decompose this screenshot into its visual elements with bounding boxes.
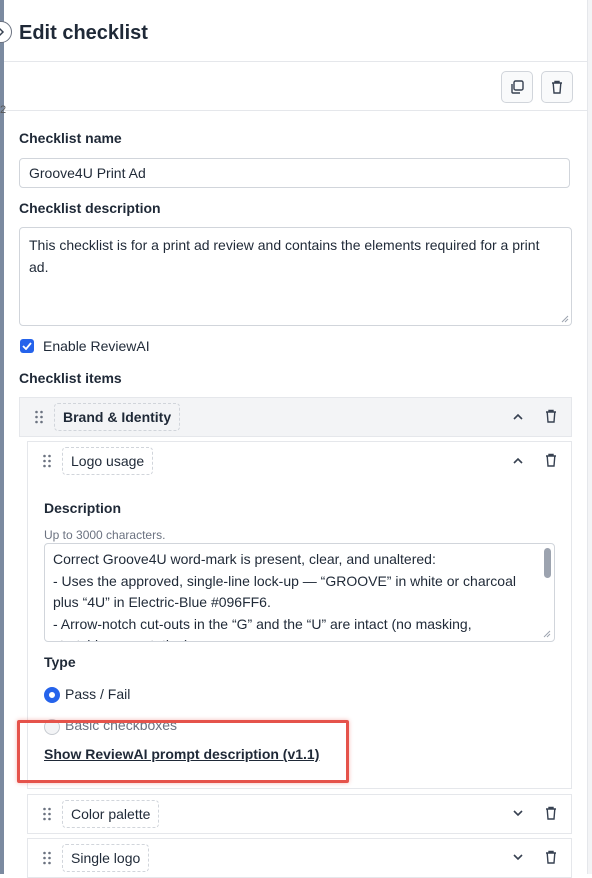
resize-handle-icon[interactable] — [543, 630, 551, 638]
item-description-hint: Up to 3000 characters. — [44, 528, 166, 542]
trash-icon — [552, 80, 562, 94]
trash-icon[interactable] — [544, 850, 558, 864]
show-prompt-description-link[interactable]: Show ReviewAI prompt description (v1.1) — [42, 746, 322, 762]
panel-right-edge — [587, 0, 592, 874]
duplicate-icon — [511, 80, 524, 94]
duplicate-button[interactable] — [501, 71, 533, 103]
type-pass-fail-label[interactable]: Pass / Fail — [65, 686, 130, 702]
enable-reviewai-label[interactable]: Enable ReviewAI — [43, 338, 150, 354]
checklist-description-input[interactable]: This checklist is for a print ad review … — [19, 227, 572, 326]
enable-reviewai-checkbox[interactable] — [20, 339, 34, 353]
item-type-label: Type — [44, 654, 76, 670]
sidebar-edge — [0, 0, 4, 874]
checklist-name-label: Checklist name — [19, 130, 122, 146]
item-name-field[interactable]: Single logo — [62, 844, 150, 872]
checklist-name-input[interactable]: Groove4U Print Ad — [19, 158, 570, 188]
delete-checklist-button[interactable] — [541, 71, 573, 103]
trash-icon[interactable] — [544, 453, 558, 467]
checklist-items-label: Checklist items — [19, 370, 122, 386]
item-description-input[interactable]: Correct Groove4U word-mark is present, c… — [44, 543, 555, 642]
collapse-panel-button[interactable] — [0, 21, 12, 43]
type-pass-fail-radio[interactable] — [44, 687, 60, 703]
chevron-up-icon[interactable] — [511, 454, 525, 468]
group-name-field[interactable]: Brand & Identity — [54, 403, 181, 431]
description-scrollbar[interactable] — [544, 548, 551, 578]
checklist-description-text: This checklist is for a print ad review … — [29, 237, 540, 275]
chevron-down-icon[interactable] — [511, 850, 525, 864]
drag-handle-icon[interactable] — [42, 851, 52, 865]
chevron-down-icon[interactable] — [511, 806, 525, 820]
item-description-label: Description — [44, 500, 122, 516]
item-name-field[interactable]: Color palette — [62, 800, 160, 828]
drag-handle-icon[interactable] — [42, 807, 52, 821]
chevron-right-icon — [0, 27, 5, 37]
divider — [4, 61, 588, 62]
trash-icon[interactable] — [544, 806, 558, 820]
chevron-up-icon[interactable] — [511, 410, 525, 424]
checklist-description-label: Checklist description — [19, 200, 161, 216]
drag-handle-icon[interactable] — [42, 454, 52, 468]
divider — [4, 110, 588, 111]
page-title: Edit checklist — [19, 22, 148, 44]
check-icon — [22, 342, 32, 350]
resize-handle-icon[interactable] — [561, 315, 569, 323]
item-name-field[interactable]: Logo usage — [62, 447, 154, 475]
drag-handle-icon[interactable] — [34, 410, 44, 424]
trash-icon[interactable] — [544, 409, 558, 423]
item-description-text: Correct Groove4U word-mark is present, c… — [53, 551, 516, 641]
